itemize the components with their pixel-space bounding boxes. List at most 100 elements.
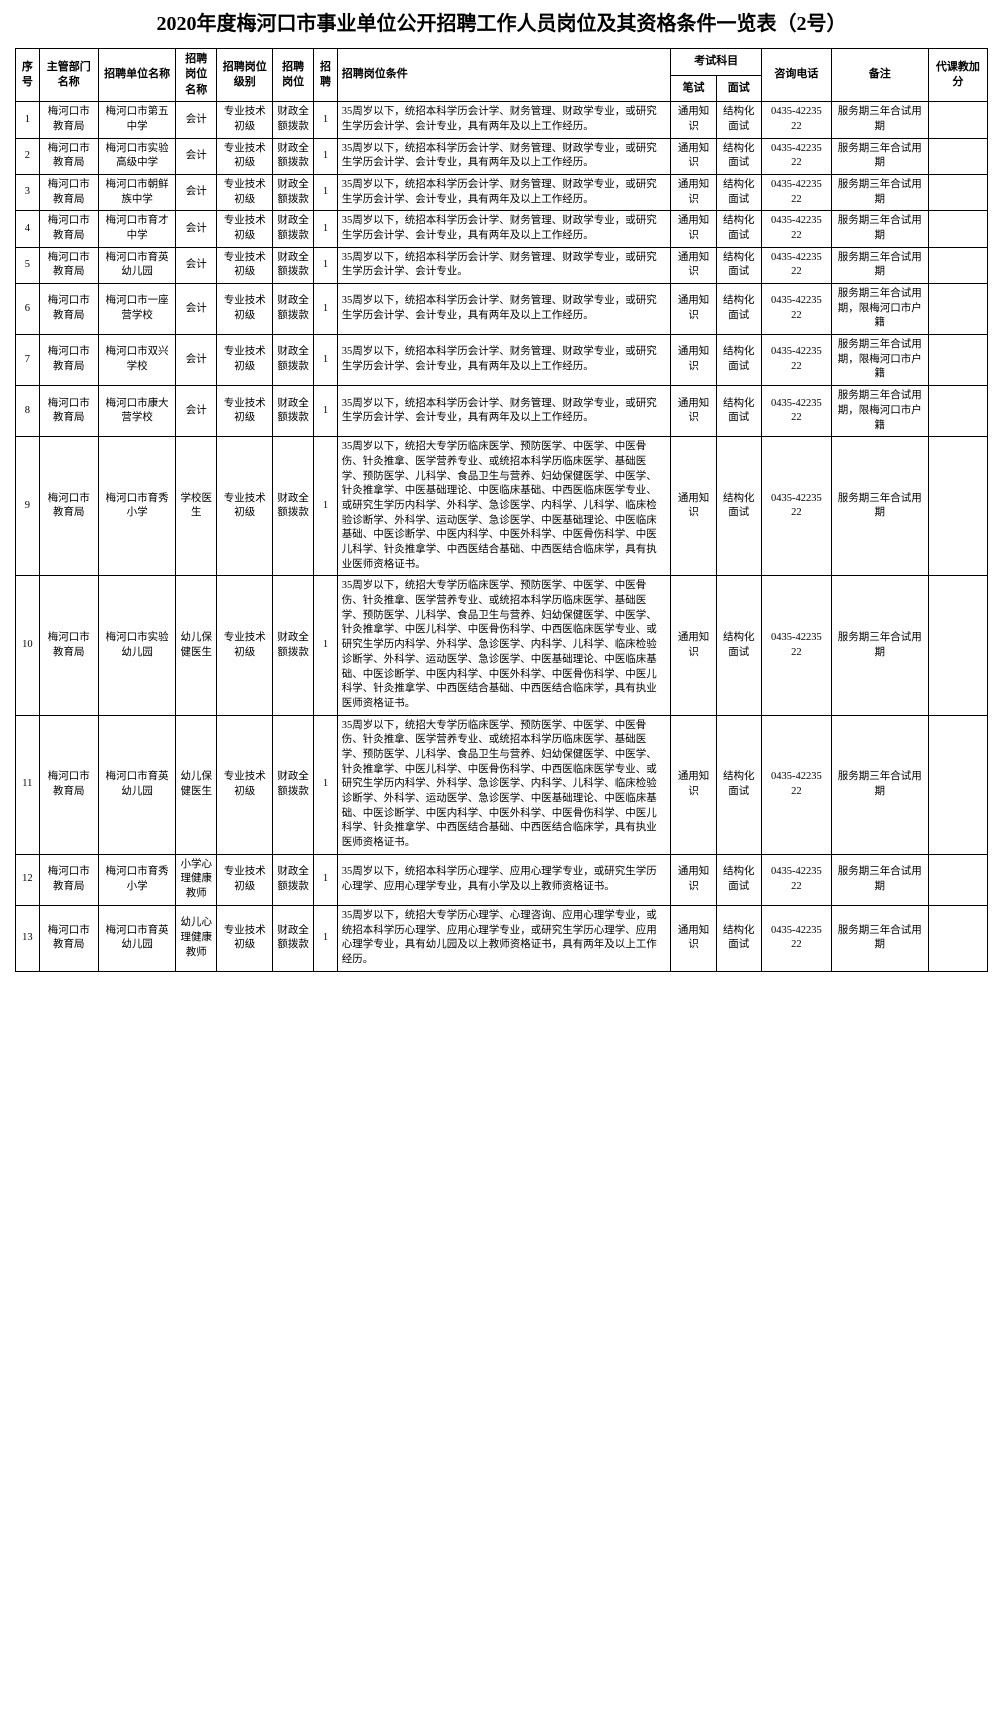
table-cell: 专业技术初级 (217, 386, 273, 437)
table-cell: 35周岁以下，统招大专学历心理学、心理咨询、应用心理学专业，或统招本科学历心理学… (337, 905, 671, 971)
table-cell: 35周岁以下，统招本科学历会计学、财务管理、财政学专业，或研究生学历会计学、会计… (337, 335, 671, 386)
table-cell: 通用知识 (671, 102, 716, 138)
table-cell: 服务期三年合试用期 (831, 174, 928, 210)
table-cell: 学校医生 (176, 437, 217, 576)
table-cell: 财政全额拨款 (273, 174, 314, 210)
table-cell: 财政全额拨款 (273, 386, 314, 437)
header-conditions: 招聘岗位条件 (337, 49, 671, 102)
table-cell: 3 (16, 174, 40, 210)
table-cell: 小学心理健康教师 (176, 854, 217, 905)
table-cell: 结构化面试 (716, 335, 761, 386)
table-cell: 服务期三年合试用期 (831, 102, 928, 138)
table-cell: 梅河口市教育局 (39, 437, 98, 576)
table-cell: 1 (16, 102, 40, 138)
table-cell: 0435-42235 22 (761, 211, 831, 247)
table-cell: 会计 (176, 247, 217, 283)
table-cell: 财政全额拨款 (273, 138, 314, 174)
table-cell: 梅河口市教育局 (39, 335, 98, 386)
table-cell: 专业技术初级 (217, 437, 273, 576)
table-cell: 1 (314, 854, 338, 905)
table-cell: 梅河口市教育局 (39, 576, 98, 715)
table-cell: 1 (314, 437, 338, 576)
table-cell: 梅河口市教育局 (39, 386, 98, 437)
table-cell: 35周岁以下，统招本科学历会计学、财务管理、财政学专业，或研究生学历会计学、会计… (337, 386, 671, 437)
table-cell: 梅河口市教育局 (39, 247, 98, 283)
table-row: 6梅河口市教育局梅河口市一座营学校会计专业技术初级财政全额拨款135周岁以下，统… (16, 284, 988, 335)
table-cell: 通用知识 (671, 854, 716, 905)
table-cell: 会计 (176, 335, 217, 386)
header-recruit: 招聘 (314, 49, 338, 102)
table-cell (928, 905, 987, 971)
table-cell: 13 (16, 905, 40, 971)
table-cell: 结构化面试 (716, 854, 761, 905)
table-cell: 1 (314, 576, 338, 715)
table-cell: 35周岁以下，统招本科学历心理学、应用心理学专业，或研究生学历心理学、应用心理学… (337, 854, 671, 905)
table-cell: 专业技术初级 (217, 576, 273, 715)
table-header-row-1: 序号 主管部门名称 招聘单位名称 招聘岗位名称 招聘岗位级别 招聘岗位 招聘 招… (16, 49, 988, 76)
table-cell: 梅河口市一座营学校 (98, 284, 176, 335)
table-cell: 专业技术初级 (217, 905, 273, 971)
table-cell: 通用知识 (671, 335, 716, 386)
table-cell: 财政全额拨款 (273, 437, 314, 576)
table-cell: 会计 (176, 102, 217, 138)
table-cell (928, 174, 987, 210)
table-cell: 梅河口市教育局 (39, 284, 98, 335)
table-cell: 4 (16, 211, 40, 247)
table-cell: 1 (314, 247, 338, 283)
table-row: 7梅河口市教育局梅河口市双兴学校会计专业技术初级财政全额拨款135周岁以下，统招… (16, 335, 988, 386)
table-cell: 服务期三年合试用期 (831, 247, 928, 283)
table-cell: 0435-42235 22 (761, 576, 831, 715)
table-cell: 0435-42235 22 (761, 854, 831, 905)
table-cell (928, 335, 987, 386)
table-row: 12梅河口市教育局梅河口市育秀小学小学心理健康教师专业技术初级财政全额拨款135… (16, 854, 988, 905)
table-cell: 幼儿保健医生 (176, 715, 217, 854)
table-cell (928, 854, 987, 905)
table-cell: 服务期三年合试用期 (831, 854, 928, 905)
header-extra: 代课教加分 (928, 49, 987, 102)
table-cell: 1 (314, 905, 338, 971)
table-cell (928, 284, 987, 335)
table-cell: 财政全额拨款 (273, 102, 314, 138)
table-cell (928, 386, 987, 437)
table-cell: 1 (314, 102, 338, 138)
table-cell: 服务期三年合试用期 (831, 905, 928, 971)
table-cell: 0435-42235 22 (761, 284, 831, 335)
table-cell: 12 (16, 854, 40, 905)
table-cell: 专业技术初级 (217, 174, 273, 210)
table-cell: 服务期三年合试用期 (831, 576, 928, 715)
table-cell: 11 (16, 715, 40, 854)
table-cell: 服务期三年合试用期 (831, 138, 928, 174)
table-cell: 梅河口市教育局 (39, 138, 98, 174)
main-table: 序号 主管部门名称 招聘单位名称 招聘岗位名称 招聘岗位级别 招聘岗位 招聘 招… (15, 48, 988, 972)
table-cell: 梅河口市育才中学 (98, 211, 176, 247)
table-cell (928, 211, 987, 247)
table-cell: 财政全额拨款 (273, 247, 314, 283)
table-cell: 35周岁以下，统招本科学历会计学、财务管理、财政学专业，或研究生学历会计学、会计… (337, 284, 671, 335)
table-cell: 35周岁以下，统招大专学历临床医学、预防医学、中医学、中医骨伤、针灸推拿、医学营… (337, 576, 671, 715)
table-cell: 35周岁以下，统招本科学历会计学、财务管理、财政学专业，或研究生学历会计学、会计… (337, 211, 671, 247)
table-cell: 梅河口市实验高级中学 (98, 138, 176, 174)
table-cell: 梅河口市实验幼儿园 (98, 576, 176, 715)
table-row: 2梅河口市教育局梅河口市实验高级中学会计专业技术初级财政全额拨款135周岁以下，… (16, 138, 988, 174)
table-cell: 梅河口市教育局 (39, 905, 98, 971)
table-cell: 0435-42235 22 (761, 247, 831, 283)
table-cell: 梅河口市育秀小学 (98, 437, 176, 576)
table-cell: 专业技术初级 (217, 715, 273, 854)
header-written: 笔试 (671, 75, 716, 102)
table-cell: 财政全额拨款 (273, 284, 314, 335)
table-cell (928, 437, 987, 576)
table-cell: 0435-42235 22 (761, 715, 831, 854)
header-unit: 招聘单位名称 (98, 49, 176, 102)
table-row: 1梅河口市教育局梅河口市第五中学会计专业技术初级财政全额拨款135周岁以下，统招… (16, 102, 988, 138)
table-cell: 专业技术初级 (217, 138, 273, 174)
table-cell: 0435-42235 22 (761, 386, 831, 437)
table-cell: 35周岁以下，统招本科学历会计学、财务管理、财政学专业，或研究生学历会计学、会计… (337, 247, 671, 283)
table-cell: 0435-42235 22 (761, 174, 831, 210)
table-body: 1梅河口市教育局梅河口市第五中学会计专业技术初级财政全额拨款135周岁以下，统招… (16, 102, 988, 971)
table-cell: 通用知识 (671, 211, 716, 247)
table-cell: 8 (16, 386, 40, 437)
table-cell: 财政全额拨款 (273, 211, 314, 247)
table-cell (928, 576, 987, 715)
table-cell: 35周岁以下，统招大专学历临床医学、预防医学、中医学、中医骨伤、针灸推拿、医学营… (337, 715, 671, 854)
table-cell: 35周岁以下，统招本科学历会计学、财务管理、财政学专业，或研究生学历会计学、会计… (337, 102, 671, 138)
